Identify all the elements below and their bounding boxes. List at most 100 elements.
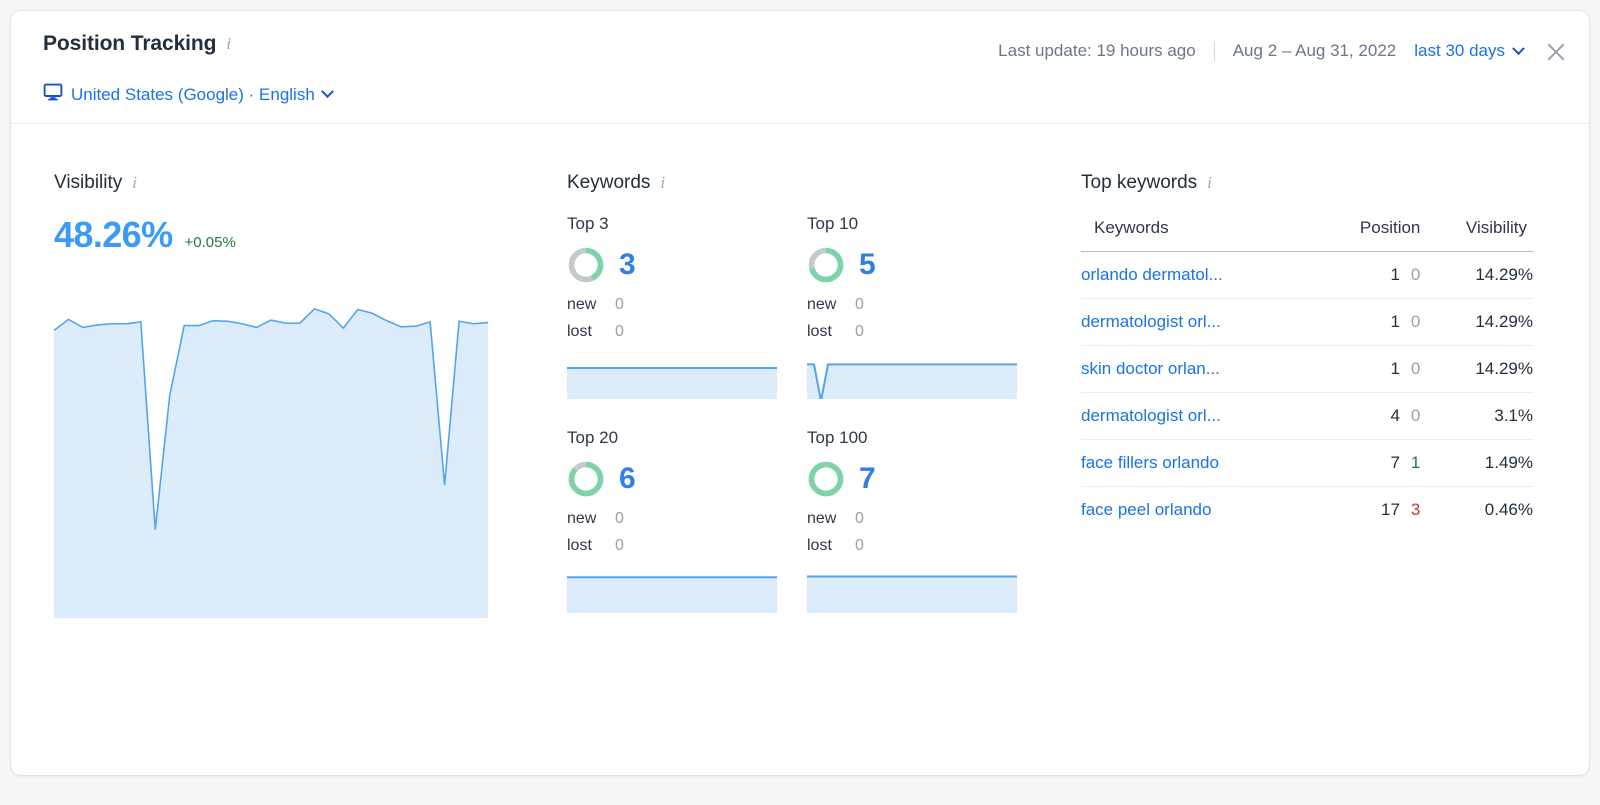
- keyword-new-label: new: [567, 510, 597, 527]
- position-value: 17: [1381, 500, 1400, 519]
- visibility-value: 48.26%: [54, 214, 173, 255]
- keyword-link[interactable]: face fillers orlando: [1081, 453, 1219, 472]
- header-meta: Last update: 19 hours ago Aug 2 – Aug 31…: [998, 41, 1525, 61]
- table-row: face peel orlando 17 3 0.46%: [1081, 487, 1533, 534]
- keyword-block-top-10: Top 10 5 new 0 lost 0: [807, 214, 1017, 404]
- column-header-keywords[interactable]: Keywords: [1081, 212, 1319, 252]
- keyword-link[interactable]: face peel orlando: [1081, 500, 1211, 519]
- keyword-new-stat: new 0: [567, 296, 777, 314]
- keyword-lost-value: 0: [855, 537, 864, 554]
- keyword-donut-row: 3: [567, 243, 777, 287]
- position-delta: 0: [1410, 312, 1421, 331]
- close-icon[interactable]: [1545, 41, 1567, 63]
- keywords-section: Keywords i Top 3 3 new 0 lost 0 Top 10 5 new 0 los…: [567, 172, 1037, 618]
- keyword-donut-row: 7: [807, 457, 1017, 501]
- donut-chart-icon: [568, 461, 604, 497]
- keyword-count: 3: [619, 248, 636, 281]
- desktop-monitor-icon: [43, 82, 63, 107]
- keyword-lost-stat: lost 0: [567, 323, 777, 341]
- keyword-lost-value: 0: [615, 323, 624, 340]
- keyword-link[interactable]: skin doctor orlan...: [1081, 359, 1220, 378]
- position-value: 1: [1390, 359, 1400, 378]
- visibility-cell: 14.29%: [1420, 345, 1533, 393]
- keyword-lost-stat: lost 0: [567, 537, 777, 555]
- keyword-count: 5: [859, 248, 876, 281]
- keyword-lost-label: lost: [807, 537, 832, 554]
- keyword-new-label: new: [807, 296, 837, 313]
- position-cell: 10: [1318, 298, 1421, 346]
- info-icon[interactable]: i: [1207, 173, 1212, 193]
- keyword-lost-stat: lost 0: [807, 537, 1017, 555]
- keyword-new-stat: new 0: [567, 510, 777, 528]
- keyword-count: 7: [859, 462, 876, 495]
- keyword-cell: orlando dermatol...: [1081, 251, 1319, 299]
- keyword-link[interactable]: dermatologist orl...: [1081, 406, 1221, 425]
- keywords-grid: Top 3 3 new 0 lost 0 Top 10 5 new 0 lost 0 Top 20 6 ne…: [567, 214, 1037, 618]
- visibility-cell: 1.49%: [1420, 439, 1533, 487]
- top-keywords-section: Top keywords i Keywords Position Visibil…: [1081, 172, 1533, 533]
- keyword-sparkline: [807, 569, 1017, 613]
- date-range-picker-label: last 30 days: [1414, 41, 1505, 60]
- page-title: Position Tracking: [43, 32, 217, 55]
- card-body: Visibility i 48.26% +0.05% Keywords i To…: [11, 124, 1589, 774]
- table-row: dermatologist orl... 1 0 14.29%: [1081, 298, 1533, 346]
- keyword-lost-label: lost: [567, 323, 592, 340]
- visibility-delta: +0.05%: [184, 234, 236, 251]
- position-cell: 17 3: [1319, 487, 1420, 534]
- keyword-new-stat: new 0: [807, 296, 1017, 314]
- visibility-value-row: 48.26% +0.05%: [54, 214, 524, 256]
- keyword-sparkline: [807, 355, 1017, 399]
- info-icon[interactable]: i: [132, 173, 137, 193]
- donut-chart-icon: [808, 461, 844, 497]
- table-row: skin doctor orlan... 1 0 14.29%: [1081, 345, 1533, 393]
- visibility-heading: Visibility i: [54, 172, 524, 194]
- database-selector[interactable]: United States (Google) · English: [43, 82, 334, 107]
- top-keywords-table: Keywords Position Visibility orlando der…: [1081, 212, 1533, 533]
- keyword-new-label: new: [807, 510, 837, 527]
- keyword-lost-label: lost: [807, 323, 832, 340]
- keyword-new-stat: new 0: [807, 510, 1017, 528]
- visibility-cell: 14.29%: [1420, 298, 1533, 346]
- database-label: United States (Google) · English: [71, 84, 315, 104]
- keyword-donut-row: 6: [567, 457, 777, 501]
- keyword-sparkline: [567, 355, 777, 399]
- position-value: 1: [1390, 312, 1400, 331]
- keyword-lost-value: 0: [855, 323, 864, 340]
- keyword-block-label: Top 100: [807, 428, 868, 447]
- keyword-new-value: 0: [615, 296, 624, 313]
- keyword-link[interactable]: dermatologist orl...: [1081, 312, 1221, 331]
- position-cell: 71: [1318, 439, 1421, 487]
- position-value: 1: [1390, 265, 1400, 284]
- table-row: face fillers orlando 7 1 1.49%: [1081, 439, 1533, 487]
- table-header-row: Keywords Position Visibility: [1081, 212, 1533, 252]
- keyword-link[interactable]: orlando dermatol...: [1081, 265, 1223, 284]
- visibility-cell: 14.29%: [1420, 251, 1533, 299]
- title-row: Position Tracking i: [43, 32, 231, 56]
- position-delta: 1: [1410, 453, 1421, 472]
- position-cell: 10: [1318, 345, 1421, 393]
- position-delta: 0: [1410, 265, 1421, 284]
- column-header-position[interactable]: Position: [1318, 212, 1421, 252]
- visibility-area-chart: [54, 278, 488, 618]
- date-range-picker[interactable]: last 30 days: [1414, 41, 1525, 61]
- keyword-donut-row: 5: [807, 243, 1017, 287]
- keyword-cell: dermatologist orl...: [1081, 298, 1319, 346]
- column-header-visibility[interactable]: Visibility: [1420, 212, 1533, 252]
- keyword-block-top-20: Top 20 6 new 0 lost 0: [567, 428, 777, 618]
- donut-chart-icon: [808, 247, 844, 283]
- keyword-sparkline: [567, 569, 777, 613]
- keyword-block-label: Top 3: [567, 214, 609, 233]
- chevron-down-icon: [1512, 41, 1525, 55]
- position-value: 4: [1390, 406, 1400, 425]
- info-icon[interactable]: i: [226, 34, 231, 54]
- keywords-title: Keywords: [567, 172, 651, 193]
- donut-chart-icon: [568, 247, 604, 283]
- top-keywords-title: Top keywords: [1081, 172, 1198, 193]
- keyword-new-value: 0: [855, 510, 864, 527]
- keyword-cell: face fillers orlando: [1081, 439, 1319, 487]
- meta-divider: [1213, 41, 1215, 61]
- position-tracking-card: Position Tracking i United States (Googl…: [11, 11, 1589, 775]
- visibility-title: Visibility: [54, 172, 123, 193]
- keyword-new-value: 0: [615, 510, 624, 527]
- info-icon[interactable]: i: [660, 173, 665, 193]
